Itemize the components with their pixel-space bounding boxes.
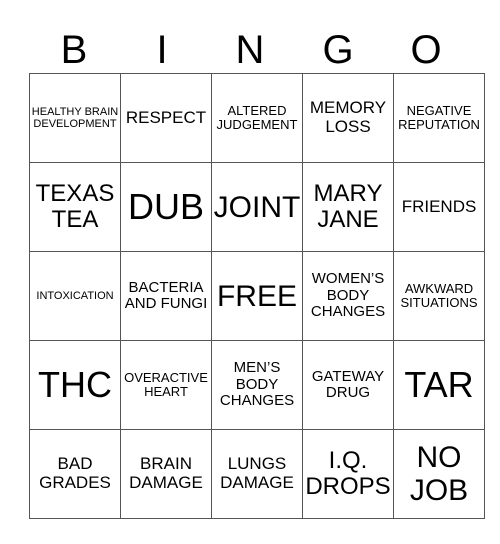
- bingo-cell[interactable]: DUB: [120, 162, 212, 252]
- bingo-grid: HEALTHY BRAIN DEVELOPMENT RESPECT ALTERED …: [29, 73, 485, 519]
- bingo-cell[interactable]: GATEWAY DRUG: [302, 340, 394, 430]
- bingo-row: THC OVERACTIVE HEART MEN’S BODY CHANGES GAT…: [29, 340, 485, 430]
- bingo-row: HEALTHY BRAIN DEVELOPMENT RESPECT ALTERED …: [29, 73, 485, 163]
- bingo-cell[interactable]: INTOXICATION: [29, 251, 121, 341]
- bingo-cell[interactable]: JOINT: [211, 162, 303, 252]
- bingo-cell[interactable]: MEN’S BODY CHANGES: [211, 340, 303, 430]
- bingo-cell[interactable]: OVERACTIVE HEART: [120, 340, 212, 430]
- bingo-cell[interactable]: MEMORY LOSS: [302, 73, 394, 163]
- header-letter-n: N: [235, 28, 265, 72]
- bingo-cell[interactable]: WOMEN’S BODY CHANGES: [302, 251, 394, 341]
- bingo-cell[interactable]: BACTERIA AND FUNGI: [120, 251, 212, 341]
- bingo-cell[interactable]: LUNGS DAMAGE: [211, 429, 303, 519]
- header-letter-b: B: [60, 28, 88, 72]
- bingo-row: TEXAS TEA DUB JOINT MARY JANE FRIENDS: [29, 162, 485, 252]
- bingo-cell[interactable]: RESPECT: [120, 73, 212, 163]
- bingo-cell[interactable]: NO JOB: [393, 429, 485, 519]
- bingo-cell[interactable]: TAR: [393, 340, 485, 430]
- bingo-cell[interactable]: MARY JANE: [302, 162, 394, 252]
- bingo-cell[interactable]: I.Q. DROPS: [302, 429, 394, 519]
- bingo-cell[interactable]: FRIENDS: [393, 162, 485, 252]
- bingo-cell[interactable]: ALTERED JUDGEMENT: [211, 73, 303, 163]
- bingo-cell[interactable]: AWKWARD SITUATIONS: [393, 251, 485, 341]
- header-letter-g: G: [322, 28, 354, 72]
- header-letter-i: I: [156, 28, 168, 72]
- header-letter-o: O: [410, 28, 442, 72]
- bingo-cell[interactable]: TEXAS TEA: [29, 162, 121, 252]
- bingo-row: INTOXICATION BACTERIA AND FUNGI FREE WOMEN’…: [29, 251, 485, 341]
- bingo-cell[interactable]: BRAIN DAMAGE: [120, 429, 212, 519]
- bingo-cell[interactable]: BAD GRADES: [29, 429, 121, 519]
- bingo-cell[interactable]: NEGATIVE REPUTATION: [393, 73, 485, 163]
- bingo-header: B I N G O: [30, 28, 470, 72]
- bingo-cell[interactable]: HEALTHY BRAIN DEVELOPMENT: [29, 73, 121, 163]
- bingo-cell[interactable]: THC: [29, 340, 121, 430]
- bingo-row: BAD GRADES BRAIN DAMAGE LUNGS DAMAGE I.Q. D…: [29, 429, 485, 519]
- bingo-cell[interactable]: FREE: [211, 251, 303, 341]
